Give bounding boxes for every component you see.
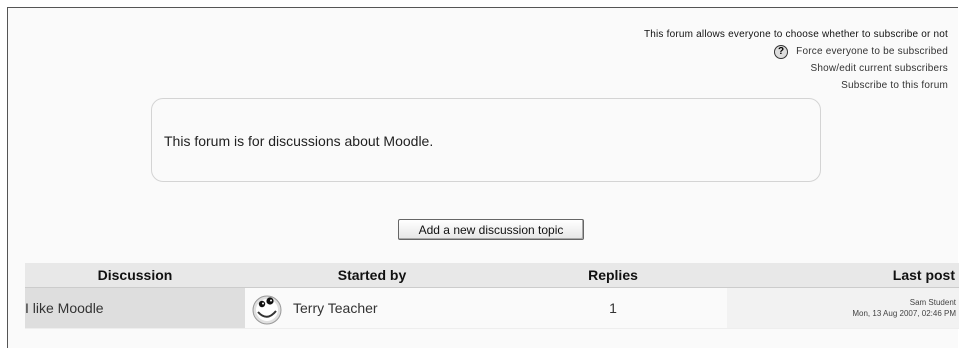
header-started-by: Started by	[245, 263, 499, 288]
show-edit-subscribers-link[interactable]: Show/edit current subscribers	[810, 60, 948, 77]
table-row: I like Moodle Terry Teacher 1 Sam Studen…	[25, 287, 959, 329]
last-post-cell: Sam Student Mon, 13 Aug 2007, 02:46 PM	[727, 287, 959, 329]
help-question-icon[interactable]: ?	[774, 44, 789, 59]
last-post-date-link[interactable]: Mon, 13 Aug 2007, 02:46 PM	[727, 308, 956, 319]
subscribe-forum-link[interactable]: Subscribe to this forum	[841, 77, 948, 94]
add-discussion-button[interactable]: Add a new discussion topic	[398, 219, 584, 240]
replies-count-link[interactable]: 1	[499, 287, 727, 329]
author-cell: Terry Teacher	[245, 287, 499, 329]
discussion-table: Discussion Started by Replies Last post …	[25, 263, 959, 329]
header-last-post: Last post	[727, 263, 959, 288]
author-name-link[interactable]: Terry Teacher	[293, 300, 378, 316]
force-subscribe-link[interactable]: Force everyone to be subscribed	[796, 43, 948, 60]
table-header-row: Discussion Started by Replies Last post	[25, 263, 959, 288]
header-replies: Replies	[499, 263, 727, 288]
forum-page: This forum allows everyone to choose whe…	[7, 7, 959, 348]
subscription-mode-text: This forum allows everyone to choose whe…	[643, 29, 948, 40]
forum-intro-box: This forum is for discussions about Mood…	[151, 98, 821, 182]
subscription-controls: This forum allows everyone to choose whe…	[528, 26, 948, 94]
header-discussion: Discussion	[25, 263, 245, 288]
user-avatar-icon[interactable]	[249, 290, 285, 326]
forum-intro-text: This forum is for discussions about Mood…	[164, 133, 434, 149]
last-post-user-link[interactable]: Sam Student	[727, 297, 956, 308]
discussion-topic-link[interactable]: I like Moodle	[25, 300, 104, 316]
discussion-topic-cell: I like Moodle	[25, 287, 245, 329]
